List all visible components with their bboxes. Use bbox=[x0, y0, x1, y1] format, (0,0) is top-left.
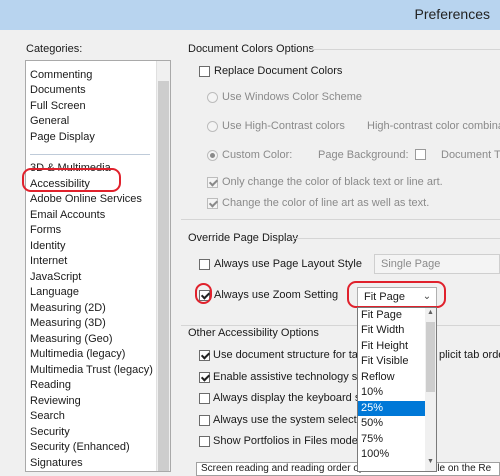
portfolios-checkbox[interactable] bbox=[199, 436, 210, 447]
high-contrast-radio[interactable] bbox=[207, 121, 218, 132]
doc-structure-checkbox[interactable] bbox=[199, 350, 211, 361]
zoom-option[interactable]: Fit Visible bbox=[358, 354, 427, 369]
only-black-checkbox[interactable] bbox=[207, 177, 219, 188]
custom-color-radio[interactable] bbox=[207, 150, 218, 161]
zoom-option-selected[interactable]: 25% bbox=[358, 401, 427, 416]
zoom-dropdown-scrollbar[interactable]: ▲ ▼ bbox=[425, 308, 436, 471]
zoom-option[interactable]: 100% bbox=[358, 447, 427, 462]
accessibility-highlight bbox=[22, 168, 121, 192]
keyboard-selection-label: Always display the keyboard sele bbox=[213, 392, 376, 404]
category-item[interactable]: Full Screen bbox=[30, 99, 86, 114]
group-divider bbox=[181, 325, 500, 326]
category-item[interactable]: Adobe Online Services bbox=[30, 192, 142, 207]
high-contrast-value: High-contrast color combina bbox=[367, 120, 500, 132]
category-item[interactable]: Email Accounts bbox=[30, 208, 105, 223]
info-text: Screen reading and reading order options… bbox=[201, 463, 492, 474]
scroll-up-icon[interactable]: ▲ bbox=[426, 309, 435, 321]
high-contrast-label: Use High-Contrast colors bbox=[222, 120, 345, 132]
category-item[interactable]: Measuring (3D) bbox=[30, 316, 106, 331]
radio-dot bbox=[210, 153, 215, 158]
replace-colors-label: Replace Document Colors bbox=[214, 65, 343, 77]
category-item[interactable]: Measuring (2D) bbox=[30, 301, 106, 316]
window-title: Preferences bbox=[414, 6, 490, 22]
assistive-label: Enable assistive technology supp bbox=[213, 371, 376, 383]
category-item[interactable]: Multimedia (legacy) bbox=[30, 347, 125, 362]
other-options-title: Other Accessibility Options bbox=[188, 327, 319, 339]
windows-scheme-radio[interactable] bbox=[207, 92, 218, 103]
page-layout-label: Always use Page Layout Style bbox=[214, 258, 362, 270]
document-text-label: Document Te bbox=[441, 149, 500, 161]
custom-color-label: Custom Color: bbox=[222, 149, 293, 161]
zoom-dropdown-scroll-thumb[interactable] bbox=[426, 322, 435, 392]
check-mark bbox=[200, 350, 211, 360]
zoom-option[interactable]: Reflow bbox=[358, 370, 427, 385]
category-item[interactable]: Reading bbox=[30, 378, 71, 393]
page-background-swatch[interactable] bbox=[415, 149, 426, 160]
doc-structure-label: Use document structure for tab bbox=[213, 349, 365, 361]
category-item[interactable]: General bbox=[30, 114, 69, 129]
category-item[interactable]: Forms bbox=[30, 223, 61, 238]
category-item[interactable]: Reviewing bbox=[30, 394, 81, 409]
zoom-option[interactable]: 75% bbox=[358, 432, 427, 447]
page-layout-value: Single Page bbox=[381, 258, 441, 270]
category-item[interactable]: Search bbox=[30, 409, 65, 424]
scroll-down-icon[interactable]: ▼ bbox=[426, 458, 435, 470]
group-divider bbox=[181, 219, 500, 220]
system-selection-checkbox[interactable] bbox=[199, 415, 210, 426]
system-selection-label: Always use the system selection bbox=[213, 414, 372, 426]
category-item[interactable]: Language bbox=[30, 285, 79, 300]
title-bar: Preferences bbox=[0, 0, 500, 30]
group-divider bbox=[292, 238, 500, 239]
group-divider bbox=[310, 49, 500, 50]
windows-scheme-label: Use Windows Color Scheme bbox=[222, 91, 362, 103]
categories-list[interactable]: Commenting Documents Full Screen General… bbox=[25, 60, 171, 472]
check-mark bbox=[200, 372, 211, 382]
zoom-dropdown-list[interactable]: Fit Page Fit Width Fit Height Fit Visibl… bbox=[357, 307, 437, 472]
line-art-label: Change the color of line art as well as … bbox=[222, 197, 430, 209]
category-item[interactable]: Documents bbox=[30, 83, 86, 98]
category-item[interactable]: Security (Enhanced) bbox=[30, 440, 130, 455]
replace-colors-checkbox[interactable] bbox=[199, 66, 210, 77]
category-item[interactable]: JavaScript bbox=[30, 270, 81, 285]
info-text-box: Screen reading and reading order options… bbox=[196, 462, 500, 476]
doc-structure-suffix: plicit tab orde bbox=[439, 349, 500, 361]
page-layout-checkbox[interactable] bbox=[199, 259, 210, 270]
only-black-label: Only change the color of black text or l… bbox=[222, 176, 443, 188]
category-item[interactable]: Page Display bbox=[30, 130, 95, 145]
override-title: Override Page Display bbox=[188, 232, 299, 244]
category-item[interactable]: Internet bbox=[30, 254, 67, 269]
category-item[interactable]: Commenting bbox=[30, 68, 92, 83]
zoom-option[interactable]: Fit Width bbox=[358, 323, 427, 338]
category-item[interactable]: Security bbox=[30, 425, 70, 440]
line-art-checkbox[interactable] bbox=[207, 198, 219, 209]
keyboard-selection-checkbox[interactable] bbox=[199, 393, 210, 404]
category-separator bbox=[30, 154, 150, 155]
categories-label: Categories: bbox=[26, 43, 83, 55]
page-background-label: Page Background: bbox=[318, 149, 409, 161]
page-layout-select[interactable]: Single Page bbox=[374, 254, 500, 274]
zoom-option[interactable]: Fit Page bbox=[358, 308, 427, 323]
zoom-option[interactable]: 50% bbox=[358, 416, 427, 431]
zoom-setting-label: Always use Zoom Setting bbox=[214, 289, 339, 301]
category-item[interactable]: Measuring (Geo) bbox=[30, 332, 113, 347]
categories-scrollbar[interactable] bbox=[156, 61, 170, 471]
check-mark bbox=[208, 198, 219, 208]
zoom-option[interactable]: 10% bbox=[358, 385, 427, 400]
categories-scroll-thumb[interactable] bbox=[158, 81, 169, 471]
document-colors-title: Document Colors Options bbox=[188, 43, 314, 55]
category-item[interactable]: Multimedia Trust (legacy) bbox=[30, 363, 153, 378]
check-mark bbox=[208, 177, 219, 187]
category-item[interactable]: Identity bbox=[30, 239, 65, 254]
category-item[interactable]: Signatures bbox=[30, 456, 83, 471]
portfolios-label: Show Portfolios in Files mode bbox=[213, 435, 358, 447]
assistive-checkbox[interactable] bbox=[199, 372, 211, 383]
zoom-select-highlight bbox=[347, 281, 446, 308]
zoom-option[interactable]: Fit Height bbox=[358, 339, 427, 354]
zoom-checkbox-highlight bbox=[195, 283, 212, 304]
